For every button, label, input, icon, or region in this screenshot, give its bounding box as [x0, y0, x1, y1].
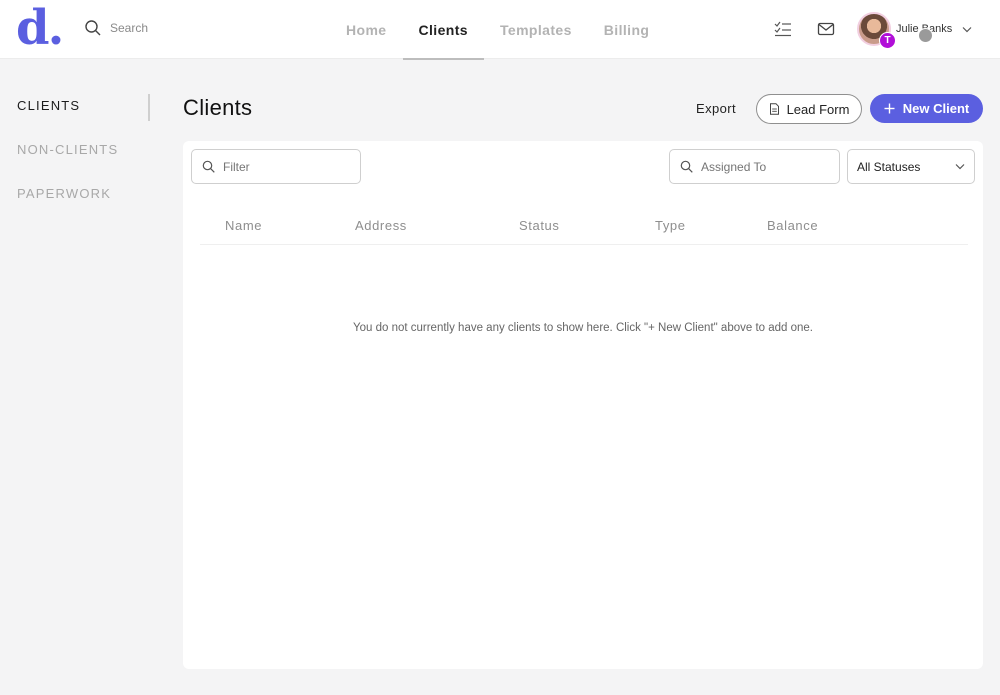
top-bar: d. Search Home Clients Templates Billing… [0, 0, 1000, 60]
sidebar-item-non-clients[interactable]: NON-CLIENTS [17, 142, 118, 186]
column-header-address[interactable]: Address [355, 218, 407, 233]
page-title: Clients [183, 95, 253, 120]
sidebar-item-clients[interactable]: CLIENTS [17, 98, 118, 142]
nav-templates[interactable]: Templates [484, 0, 588, 59]
assigned-to-input[interactable] [701, 159, 821, 174]
search-label: Search [110, 21, 149, 35]
search-icon [202, 160, 215, 173]
status-select[interactable]: All Statuses [847, 149, 975, 184]
new-client-button[interactable]: New Client [870, 94, 983, 123]
avatar-badge: T [879, 32, 896, 49]
export-button[interactable]: Export [696, 101, 736, 116]
column-header-balance[interactable]: Balance [767, 218, 818, 233]
user-menu[interactable]: T Julie Banks [857, 12, 972, 49]
table-header: Name Address Status Type Balance [200, 205, 968, 245]
column-header-name[interactable]: Name [225, 218, 262, 233]
app-logo[interactable]: d. [16, 4, 64, 52]
new-client-label: New Client [902, 101, 970, 116]
sidebar-divider [148, 94, 150, 121]
plus-icon [884, 103, 895, 114]
search-icon [680, 160, 693, 173]
assigned-to-field[interactable] [669, 149, 840, 184]
presence-indicator [918, 28, 933, 43]
nav-billing[interactable]: Billing [588, 0, 666, 59]
sidebar-item-paperwork[interactable]: PAPERWORK [17, 186, 118, 230]
global-search[interactable]: Search [84, 19, 148, 37]
lead-form-button[interactable]: Lead Form [756, 94, 862, 124]
filter-input[interactable] [223, 159, 343, 174]
mail-icon[interactable] [817, 21, 835, 37]
empty-state-message: You do not currently have any clients to… [352, 322, 814, 334]
logo-letter: d [16, 0, 50, 56]
filter-field[interactable] [191, 149, 361, 184]
tasks-icon[interactable] [774, 20, 792, 38]
sidebar: CLIENTS NON-CLIENTS PAPERWORK [17, 98, 118, 230]
nav-clients[interactable]: Clients [402, 0, 485, 60]
column-header-type[interactable]: Type [655, 218, 686, 233]
avatar: T [857, 12, 896, 49]
status-select-value: All Statuses [857, 159, 921, 174]
chevron-down-icon [962, 26, 972, 32]
document-icon [769, 103, 779, 115]
clients-card: All Statuses Name Address Status Type Ba… [183, 141, 983, 669]
search-icon [85, 20, 101, 36]
nav-home[interactable]: Home [330, 0, 403, 59]
logo-dot: . [47, 0, 65, 56]
chevron-down-icon [955, 164, 965, 170]
column-header-status[interactable]: Status [519, 218, 559, 233]
lead-form-label: Lead Form [786, 101, 850, 117]
main-nav: Home Clients Templates Billing [330, 0, 666, 60]
